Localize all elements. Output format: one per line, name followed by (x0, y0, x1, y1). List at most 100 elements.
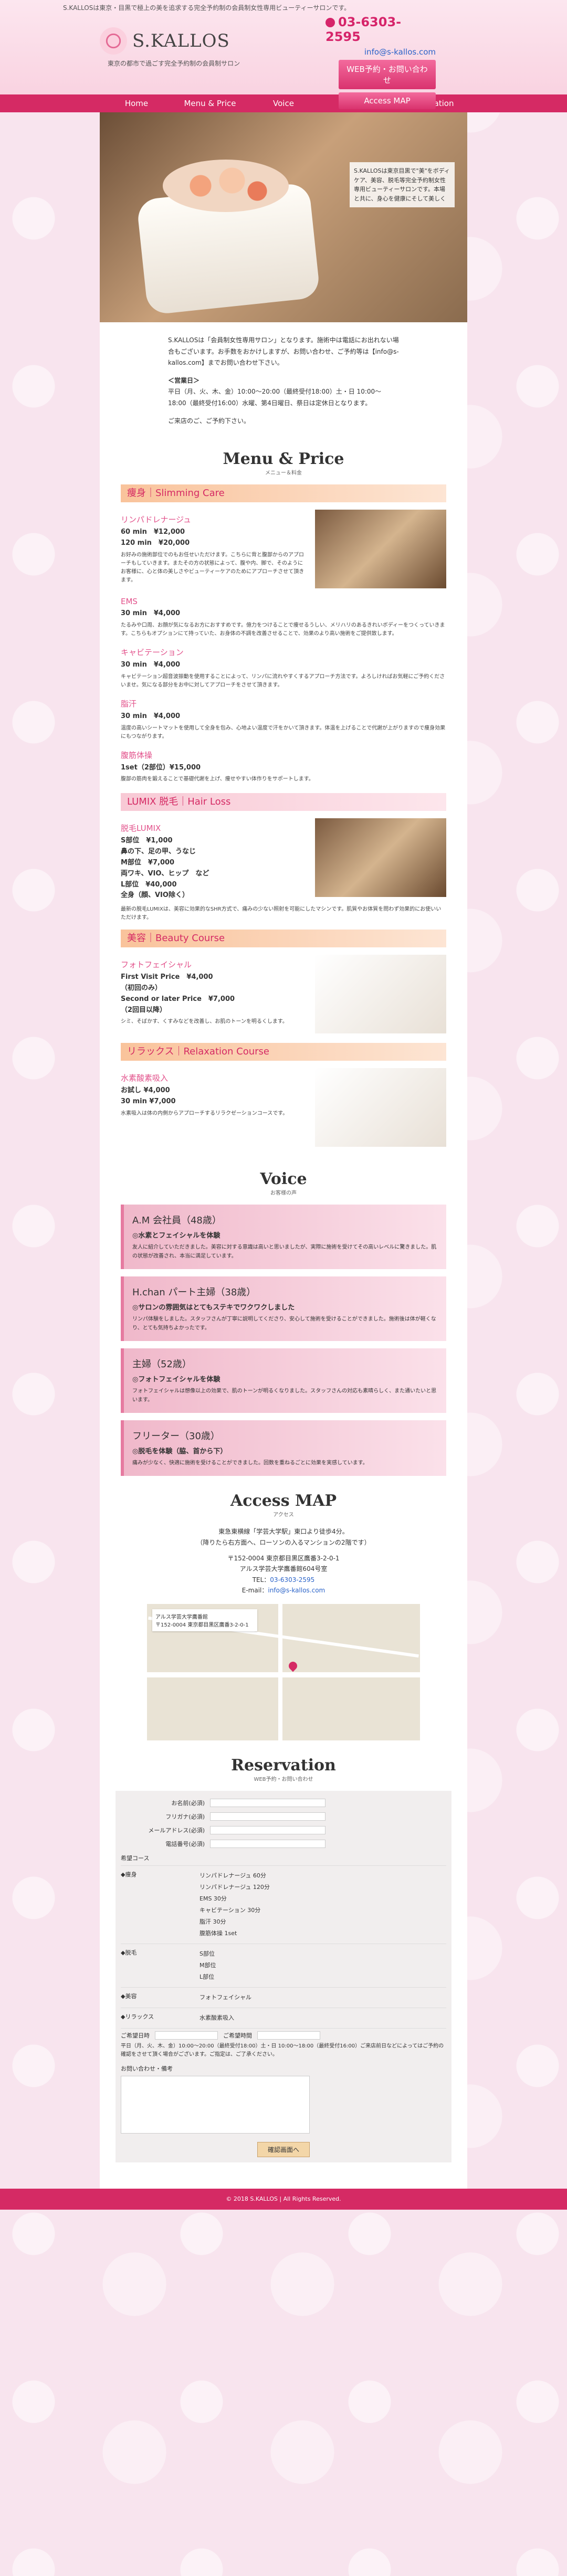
kana-label: フリガナ(必須) (165, 1813, 205, 1821)
time-label: ご希望時間 (223, 2032, 252, 2040)
course-option[interactable]: フォトフェイシャル (200, 1992, 446, 2003)
name-row: お名前(必須) (121, 1796, 446, 1810)
course-option[interactable]: リンパドレナージュ 120分 (200, 1882, 446, 1893)
voice-name: H.chan パート主婦（38歳） (132, 1287, 256, 1298)
email-label: E-mail： (242, 1587, 268, 1595)
reservation-form: お名前(必須) フリガナ(必須) メールアドレス(必須) 電話番号(必須) 希望… (116, 1791, 452, 2163)
access-subtitle: アクセス (273, 1512, 294, 1518)
phone-row: 電話番号(必須) (121, 1837, 446, 1851)
phone-number[interactable]: 03-6303-2595 (326, 15, 436, 44)
voice-card: A.M 会社員（48歳） ◎水素とフェイシャルを体験 友人に紹介していただきまし… (121, 1205, 446, 1270)
item-desc: シミ、そばかす、くすみなどを改善し、お肌のトーンを明るくします。 (121, 1019, 288, 1025)
item-desc: 最新の脱毛LUMIXは、美容に効果的なSHR方式で、痛みの少ない照射を可能にした… (121, 906, 442, 921)
menu-item: リンパドレナージュ 60 min ¥12,000 120 min ¥20,000… (121, 508, 446, 590)
course-group-name: ◆リラックス (121, 2013, 154, 2021)
voice-list: A.M 会社員（48歳） ◎水素とフェイシャルを体験 友人に紹介していただきまし… (100, 1205, 467, 1476)
logo-subtitle: 東京の都市で過ごす完全予約制の会員制サロン (108, 60, 240, 67)
message-textarea[interactable] (121, 2076, 310, 2134)
access-tel[interactable]: 03-6303-2595 (270, 1576, 314, 1583)
time-input[interactable] (257, 2031, 320, 2040)
menu-photo (315, 510, 446, 589)
course-option[interactable]: L部位 (200, 1971, 446, 1983)
item-price: 30 min ¥4,000 (121, 660, 181, 669)
date-row: ご希望日時 ご希望時間 (121, 2028, 446, 2042)
course-option[interactable]: 脂汗 30分 (200, 1916, 446, 1928)
item-desc: 腹部の筋肉を鍛えることで基礎代謝を上げ、痩せやすい体作りをサポートします。 (121, 776, 314, 783)
item-name: 脂汗 (121, 699, 137, 709)
item-price: 1set（2部位）¥15,000 (121, 763, 201, 772)
voice-name: 主婦（52歳） (132, 1359, 192, 1370)
course-group-name: ◆美容 (121, 1993, 137, 2000)
email-input[interactable] (210, 1826, 326, 1835)
hero-image: S.KALLOSは東京目黒で"美"をボディケア、美容、脱毛等完全予約制女性専用ビ… (100, 112, 467, 322)
access-address: 〒152-0004 東京都目黒区鷹番3-2-0-1 (227, 1554, 340, 1562)
phone-text: 03-6303-2595 (326, 15, 402, 44)
course-option[interactable]: M部位 (200, 1960, 446, 1971)
nav-home[interactable]: Home (100, 94, 173, 112)
main-nav: Home Menu & Price Voice Access Reservati… (0, 94, 567, 112)
message-label: お問い合わせ・備考 (121, 2065, 173, 2073)
menu-item: 脂汗 30 min ¥4,000 温度の高いシートマットを使用して全身を包み、心… (121, 692, 446, 743)
voice-name: フリーター（30歳） (132, 1431, 220, 1442)
course-option[interactable]: 腹筋体操 1set (200, 1928, 446, 1939)
item-name: EMS (121, 597, 138, 607)
category-beauty: 美容｜Beauty Course (121, 930, 446, 948)
google-map[interactable]: アルス学芸大学鷹番館 〒152-0004 東京都目黒区鷹番3-2-0-1 (147, 1604, 420, 1741)
course-group: ◆痩身 リンパドレナージュ 60分 リンパドレナージュ 120分 EMS 30分… (121, 1865, 446, 1944)
access-title: Access MAP (230, 1492, 337, 1511)
item-desc: たるみや口周、お顔が気になるお方におすすめです。億力をつけることで痩せるうしい、… (121, 622, 445, 637)
item-name: 腹筋体操 (121, 750, 153, 760)
nav-voice[interactable]: Voice (247, 94, 320, 112)
item-desc: 水素吸入は体の内側からアプローチするリラクゼーションコースです。 (121, 1110, 288, 1116)
hours-text: 平日（月、火、木、金）10:00〜20:00（最終受付18:00）土・日 10:… (168, 388, 382, 407)
item-name: リンパドレナージュ (121, 515, 192, 525)
access-line1: 東急東横線「学芸大学駅」東口より徒歩4分。 (218, 1528, 349, 1536)
email-link[interactable]: info@s-kallos.com (364, 47, 436, 57)
item-price: First Visit Price ¥4,000 （初回のみ） Second o… (121, 973, 235, 1014)
voice-text: フォトフェイシャルは想像以上の効果で、肌のトーンが明るくなりました。スタッフさん… (132, 1388, 437, 1403)
logo[interactable]: S.KALLOS (100, 27, 230, 55)
voice-headline: ◎サロンの雰囲気はとてもステキでワクワクしました (132, 1304, 295, 1312)
access-email[interactable]: info@s-kallos.com (268, 1587, 325, 1594)
course-group: ◆脱毛 S部位 M部位 L部位 (121, 1944, 446, 1987)
menu-list: 痩身｜Slimming Care リンパドレナージュ 60 min ¥12,00… (100, 484, 467, 1149)
flowers-shape (163, 160, 289, 212)
voice-text: 痛みが少なく、快適に施術を受けることができました。回数を重ねるごとに効果を実感し… (132, 1460, 368, 1466)
date-input[interactable] (155, 2031, 218, 2040)
category-slimming: 痩身｜Slimming Care (121, 484, 446, 503)
header: S.KALLOSは東京・目黒で極上の美を追求する完全予約制の会員制女性専用ビュー… (0, 0, 567, 109)
reservation-note: 平日（月、火、木、金）10:00〜20:00（最終受付18:00）土・日 10:… (121, 2043, 444, 2058)
name-label: お名前(必須) (171, 1800, 205, 1807)
phone-input[interactable] (210, 1840, 326, 1849)
map-pin-icon[interactable] (287, 1660, 299, 1672)
email-row: メールアドレス(必須) (121, 1823, 446, 1837)
access-info: 東急東横線「学芸大学駅」東口より徒歩4分。 （降りたら右方面へ、ローソンの入るマ… (100, 1526, 467, 1596)
course-option[interactable]: EMS 30分 (200, 1893, 446, 1905)
course-options: S部位 M部位 L部位 (200, 1948, 446, 1983)
item-price: 30 min ¥4,000 (121, 609, 181, 618)
submit-button[interactable]: 確認画面へ (257, 2142, 310, 2158)
voice-card: フリーター（30歳） ◎脱毛を体験（脇、首から下） 痛みが少なく、快適に施術を受… (121, 1420, 446, 1476)
course-option[interactable]: キャビテーション 30分 (200, 1905, 446, 1916)
phone-label-field: 電話番号(必須) (165, 1841, 205, 1848)
item-name: 水素酸素吸入 (121, 1073, 169, 1083)
hero-caption: S.KALLOSは東京目黒で"美"をボディケア、美容、脱毛等完全予約制女性専用ビ… (350, 162, 455, 208)
access-map-button[interactable]: Access MAP (339, 92, 436, 109)
web-reservation-button[interactable]: WEB予約・お問い合わせ (339, 60, 436, 89)
course-option[interactable]: リンパドレナージュ 60分 (200, 1870, 446, 1882)
menu-item: キャビテーション 30 min ¥4,000 キャビテーション超音波振動を使用す… (121, 640, 446, 692)
menu-photo (315, 818, 446, 898)
voice-headline: ◎フォトフェイシャルを体験 (132, 1376, 220, 1384)
nav-menu-price[interactable]: Menu & Price (173, 94, 247, 112)
voice-headline: ◎脱毛を体験（脇、首から下） (132, 1448, 227, 1456)
kana-input[interactable] (210, 1812, 326, 1821)
item-desc: キャビテーション超音波振動を使用することによって、リンパに流れやすくするアプロー… (121, 673, 445, 688)
course-option[interactable]: S部位 (200, 1948, 446, 1960)
course-group: ◆リラックス 水素酸素吸入 (121, 2008, 446, 2028)
course-option[interactable]: 水素酸素吸入 (200, 2012, 446, 2024)
menu-photo (315, 955, 446, 1034)
name-input[interactable] (210, 1799, 326, 1808)
item-name: 脱毛LUMIX (121, 824, 161, 833)
voice-card: 主婦（52歳） ◎フォトフェイシャルを体験 フォトフェイシャルは想像以上の効果で… (121, 1348, 446, 1413)
hours-title: ＜営業日＞ (168, 376, 200, 384)
